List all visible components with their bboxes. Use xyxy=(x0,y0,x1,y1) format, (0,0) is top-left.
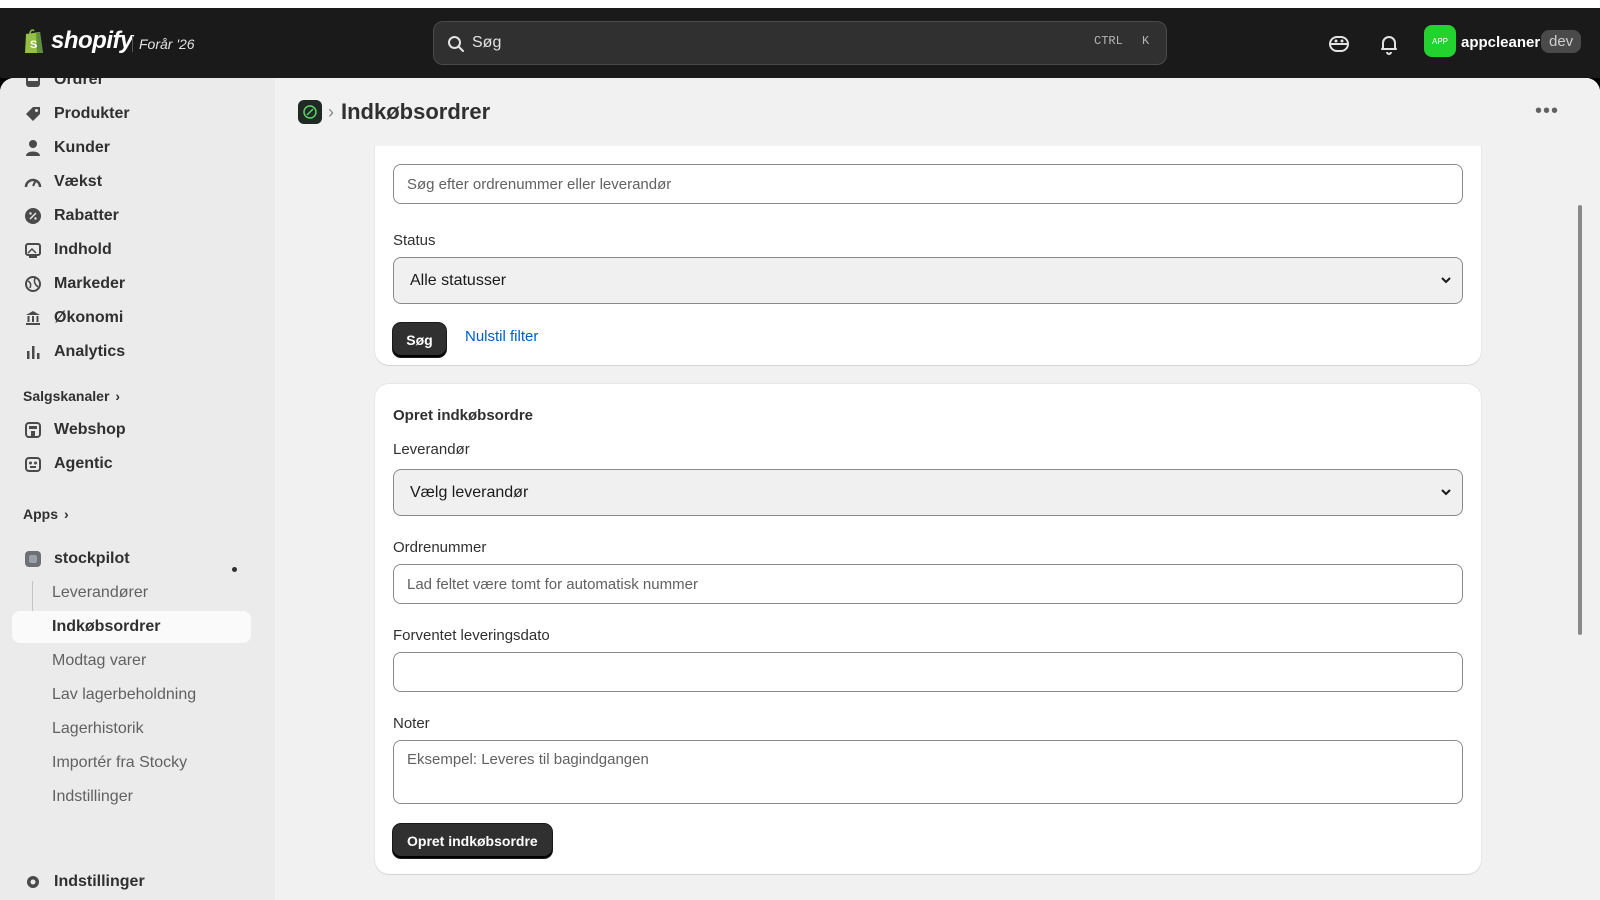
chevron-down-icon xyxy=(1441,277,1451,284)
page-title: Indkøbsordrer xyxy=(341,99,491,124)
edition-label: Forår '26 xyxy=(132,36,195,52)
gauge-icon xyxy=(24,178,42,188)
sidebar-item-label: Kunder xyxy=(54,139,110,156)
sidebar-item-label: Indhold xyxy=(54,241,112,258)
sidebar-sub-item-low-stock[interactable]: Lav lagerbeholdning xyxy=(12,679,251,711)
status-select-value: Alle statusser xyxy=(410,271,507,289)
chevron-right-icon: › xyxy=(64,506,69,522)
shortcut-ctrl: CTRL xyxy=(1094,34,1123,48)
supplier-label: Leverandør xyxy=(393,441,470,458)
search-icon xyxy=(448,36,464,52)
sidebar-item-products[interactable]: Produkter xyxy=(12,98,251,130)
bank-icon xyxy=(26,311,40,325)
svg-text:S: S xyxy=(30,39,37,51)
apps-heading[interactable]: Apps › xyxy=(23,506,69,522)
shopify-bag-icon: S xyxy=(25,28,43,53)
shortcut-k: K xyxy=(1142,34,1150,48)
stockpilot-app-icon xyxy=(25,551,41,567)
sidebar-item-label: Vækst xyxy=(54,173,103,190)
env-badge: dev xyxy=(1541,30,1582,53)
sidebar-item-growth[interactable]: Vækst xyxy=(12,166,251,198)
main-content: Søg efter ordrenummer eller leverandør S… xyxy=(275,78,1600,900)
stockpilot-app-icon[interactable] xyxy=(298,100,322,124)
sidebar-item-finance[interactable]: Økonomi xyxy=(12,302,251,334)
reset-filter-link[interactable]: Nulstil filter xyxy=(465,328,538,345)
discount-icon xyxy=(25,208,41,224)
status-label: Status xyxy=(393,232,436,249)
store-icon xyxy=(25,422,41,438)
order-search-input[interactable]: Søg efter ordrenummer eller leverandør xyxy=(393,164,1463,204)
sidebar-item-label: Økonomi xyxy=(54,309,124,326)
section-title-text: Apps xyxy=(23,506,58,522)
sidebar-item-label: Ordrer xyxy=(54,78,104,88)
store-avatar[interactable]: APP xyxy=(1424,25,1456,57)
robot-icon xyxy=(25,457,41,472)
search-button[interactable]: Søg xyxy=(393,323,446,357)
sidebar-item-label: Produkter xyxy=(54,105,130,122)
sidebar-item-label: Webshop xyxy=(54,421,126,438)
delivery-date-label: Forventet leveringsdato xyxy=(393,627,550,644)
order-number-label: Ordrenummer xyxy=(393,539,487,556)
sidebar-item-settings[interactable]: Indstillinger xyxy=(12,866,251,898)
image-icon xyxy=(25,243,41,258)
sidebar-item-label: Rabatter xyxy=(54,207,119,224)
supplier-select-value: Vælg leverandør xyxy=(410,483,529,501)
leaf-icon xyxy=(303,105,317,119)
person-icon xyxy=(26,140,40,156)
sidebar-item-markets[interactable]: Markeder xyxy=(12,268,251,300)
notes-label: Noter xyxy=(393,715,430,732)
sidebar-item-stockpilot[interactable]: stockpilot xyxy=(12,543,251,575)
sidebar-item-webshop[interactable]: Webshop xyxy=(12,414,251,446)
page-header: › Indkøbsordrer ••• xyxy=(275,78,1600,146)
gear-icon xyxy=(27,876,39,888)
sidebar-item-content[interactable]: Indhold xyxy=(12,234,251,266)
global-search-input[interactable]: Søg CTRL K xyxy=(433,21,1167,65)
sidebar-item-agentic[interactable]: Agentic xyxy=(12,448,251,480)
chevron-down-icon xyxy=(1441,489,1451,496)
supplier-select[interactable]: Vælg leverandør xyxy=(393,469,1463,516)
shopify-logo[interactable]: S shopify xyxy=(23,27,133,55)
sidebar-item-label: Indstillinger xyxy=(54,873,145,890)
app-pin-dot xyxy=(232,567,237,572)
status-select[interactable]: Alle statusser xyxy=(393,257,1463,304)
sidebar-item-label: Analytics xyxy=(54,343,126,360)
bar-chart-icon xyxy=(27,346,40,359)
create-order-button[interactable]: Opret indkøbsordre xyxy=(393,824,552,858)
sales-channels-heading[interactable]: Salgskanaler › xyxy=(23,388,120,404)
admin-frame: Ordrer Produkter Kunder Vækst Rabatter I… xyxy=(0,78,1600,900)
brand-name: shopify xyxy=(51,27,133,54)
section-title-text: Salgskanaler xyxy=(23,388,110,404)
order-number-input[interactable]: Lad feltet være tomt for automatisk numm… xyxy=(393,564,1463,604)
inbox-icon xyxy=(26,78,40,87)
create-order-card: Opret indkøbsordre Leverandør Vælg lever… xyxy=(375,384,1481,874)
sidekick-icon[interactable] xyxy=(1327,32,1351,56)
chevron-right-icon: › xyxy=(115,388,121,404)
sidebar-sub-item-receive-goods[interactable]: Modtag varer xyxy=(12,645,251,677)
breadcrumb-chevron-icon: › xyxy=(328,102,334,122)
top-bar: S shopify Forår '26 Søg CTRL K APP appcl… xyxy=(0,0,1600,78)
sidebar-item-orders[interactable]: Ordrer xyxy=(12,78,251,96)
sidebar-item-discounts[interactable]: Rabatter xyxy=(12,200,251,232)
sidebar-item-analytics[interactable]: Analytics xyxy=(12,336,251,368)
sidebar-item-label: stockpilot xyxy=(54,550,130,567)
sidebar-sub-item-app-settings[interactable]: Indstillinger xyxy=(12,781,251,813)
sidebar-item-label: Markeder xyxy=(54,275,126,292)
sidebar-sub-item-import-stocky[interactable]: Importér fra Stocky xyxy=(12,747,251,779)
sidebar-sub-item-stock-history[interactable]: Lagerhistorik xyxy=(12,713,251,745)
card-title: Opret indkøbsordre xyxy=(393,407,534,424)
sidebar: Ordrer Produkter Kunder Vækst Rabatter I… xyxy=(0,78,275,900)
delivery-date-input[interactable] xyxy=(393,652,1463,692)
globe-icon xyxy=(25,276,41,292)
notes-textarea[interactable]: Eksempel: Leveres til bagindgangen xyxy=(393,740,1463,804)
sidebar-sub-item-suppliers[interactable]: Leverandører xyxy=(12,577,251,609)
more-actions-icon[interactable]: ••• xyxy=(1535,100,1559,123)
store-name[interactable]: appcleaner xyxy=(1461,34,1540,51)
bell-icon[interactable] xyxy=(1377,32,1401,56)
tag-icon xyxy=(26,107,40,121)
sidebar-item-customers[interactable]: Kunder xyxy=(12,132,251,164)
sidebar-sub-item-purchase-orders[interactable]: Indkøbsordrer xyxy=(12,611,251,643)
scrollbar[interactable] xyxy=(1578,205,1582,635)
search-placeholder: Søg xyxy=(472,34,502,51)
sidebar-item-label: Agentic xyxy=(54,455,113,472)
